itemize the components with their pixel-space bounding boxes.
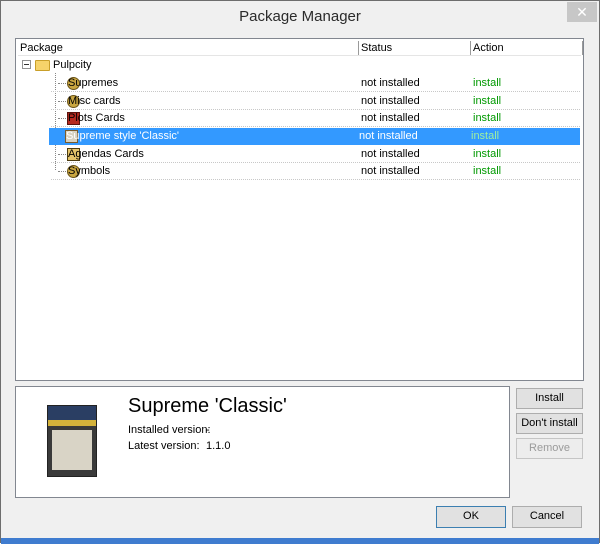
tree-item-status: not installed xyxy=(361,148,420,160)
tree-item-supreme-style-classic[interactable]: Supreme style 'Classic' not installed in… xyxy=(49,128,580,145)
package-tree[interactable]: Package Status Action Pulpcity Supremes … xyxy=(15,38,584,381)
latest-version-value: 1.1.0 xyxy=(206,440,231,452)
tree-item-plots-cards[interactable]: Plots Cards not installed install xyxy=(18,110,580,127)
tree-item-agendas-cards[interactable]: Agendas Cards not installed install xyxy=(18,146,580,163)
package-title: Supreme 'Classic' xyxy=(128,395,287,417)
cancel-button[interactable]: Cancel xyxy=(512,506,582,528)
tree-root-pulpcity[interactable]: Pulpcity xyxy=(18,57,580,74)
tree-root-label: Pulpcity xyxy=(53,59,92,71)
background-strip xyxy=(1,538,599,544)
tree-item-label: Agendas Cards xyxy=(68,148,144,160)
tree-item-action[interactable]: install xyxy=(473,146,501,163)
tree-item-label: Plots Cards xyxy=(68,112,125,124)
tree-item-action[interactable]: install xyxy=(473,110,501,127)
tree-item-action[interactable]: install xyxy=(473,163,501,180)
collapse-toggle-icon[interactable] xyxy=(22,60,31,69)
tree-item-symbols[interactable]: Symbols not installed install xyxy=(18,163,580,180)
dont-install-button[interactable]: Don't install xyxy=(516,413,583,434)
install-button[interactable]: Install xyxy=(516,388,583,409)
column-header-package[interactable]: Package xyxy=(18,41,359,55)
tree-item-label: Symbols xyxy=(68,165,111,177)
tree-item-status: not installed xyxy=(361,112,420,124)
column-header-status[interactable]: Status xyxy=(359,41,471,55)
title-bar: Package Manager ✕ xyxy=(1,1,599,32)
tree-item-misc-cards[interactable]: Misc cards not installed install xyxy=(18,93,580,110)
tree-item-status: not installed xyxy=(359,130,418,142)
tree-item-status: not installed xyxy=(361,95,420,107)
installed-version-label: Installed version: xyxy=(128,424,211,436)
tree-item-action[interactable]: install xyxy=(471,128,499,145)
tree-item-label: Supremes xyxy=(68,77,119,89)
tree-item-status: not installed xyxy=(361,165,420,177)
package-details: Supreme 'Classic' Installed version: - L… xyxy=(15,386,510,498)
package-manager-window: Package Manager ✕ Package Status Action … xyxy=(0,0,600,544)
tree-item-supremes[interactable]: Supremes not installed install xyxy=(18,75,580,92)
tree-header: Package Status Action xyxy=(18,41,583,56)
tree-item-status: not installed xyxy=(361,77,420,89)
remove-button[interactable]: Remove xyxy=(516,438,583,459)
window-title: Package Manager xyxy=(239,8,361,25)
installed-version-value: - xyxy=(206,424,210,436)
tree-item-label: Misc cards xyxy=(68,95,121,107)
package-preview-image xyxy=(47,405,97,477)
tree-item-label: Supreme style 'Classic' xyxy=(66,130,180,142)
close-button[interactable]: ✕ xyxy=(567,2,597,22)
ok-button[interactable]: OK xyxy=(436,506,506,528)
tree-item-action[interactable]: install xyxy=(473,75,501,92)
close-icon: ✕ xyxy=(576,4,588,20)
tree-item-action[interactable]: install xyxy=(473,93,501,110)
latest-version-label: Latest version: xyxy=(128,440,200,452)
folder-icon xyxy=(35,60,50,71)
column-header-action[interactable]: Action xyxy=(471,41,583,55)
